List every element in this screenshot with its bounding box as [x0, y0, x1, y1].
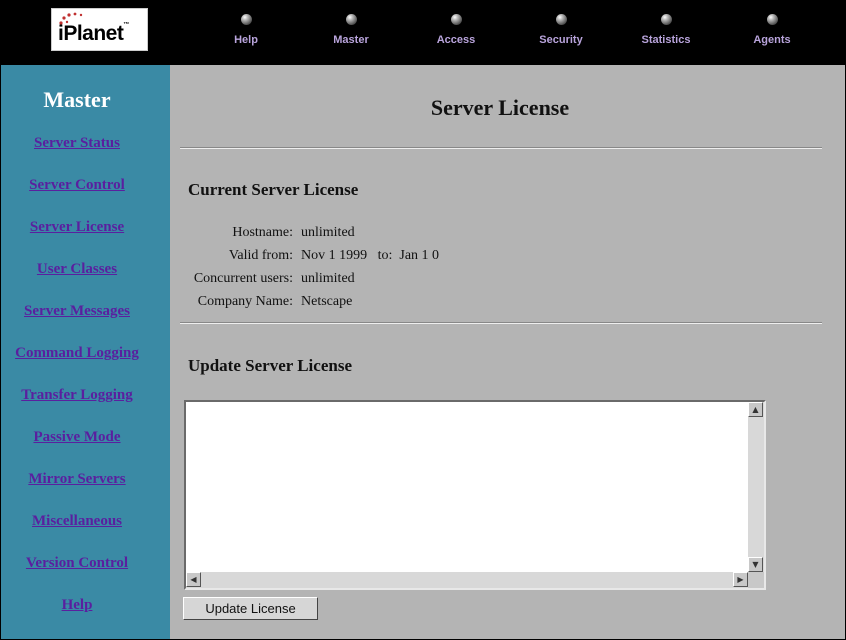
scroll-left-icon[interactable]: ◀ — [186, 572, 201, 587]
nav-bullet-icon — [766, 14, 778, 25]
sidebar-item-user-classes[interactable]: User Classes — [1, 261, 153, 278]
sidebar: Master Server Status Server Control Serv… — [1, 65, 170, 639]
current-license-heading: Current Server License — [188, 180, 359, 199]
sidebar-item-transfer-logging[interactable]: Transfer Logging — [1, 387, 153, 404]
sidebar-item-server-status[interactable]: Server Status — [1, 135, 153, 152]
nav-security[interactable]: Security — [521, 14, 601, 54]
divider — [180, 147, 822, 149]
hostname-label: Hostname: — [232, 225, 293, 240]
nav-label: Access — [436, 34, 476, 46]
nav-label: Help — [234, 34, 258, 46]
sidebar-item-server-control[interactable]: Server Control — [1, 177, 153, 194]
valid-from-label: Valid from: — [228, 248, 293, 263]
nav-master[interactable]: Master — [311, 14, 391, 54]
license-textarea[interactable]: ▲ ▼ ◀ ▶ — [184, 400, 766, 590]
nav-agents[interactable]: Agents — [732, 14, 812, 54]
sidebar-item-help[interactable]: Help — [1, 597, 153, 614]
update-license-button[interactable]: Update License — [183, 597, 318, 620]
hostname-value: unlimited — [301, 225, 355, 240]
company-name-label: Company Name: — [197, 294, 293, 309]
sidebar-item-miscellaneous[interactable]: Miscellaneous — [1, 513, 153, 530]
main-content: Server License Current Server License Ho… — [170, 65, 845, 639]
sidebar-item-server-messages[interactable]: Server Messages — [1, 303, 153, 320]
nav-label: Security — [539, 34, 583, 46]
nav-bullet-icon — [660, 14, 672, 25]
top-nav-bar: iPlanet™ Help Master Access Security Sta… — [0, 0, 846, 64]
vertical-scrollbar[interactable]: ▲ ▼ — [748, 402, 764, 572]
update-license-heading: Update Server License — [188, 356, 352, 375]
scroll-right-icon[interactable]: ▶ — [733, 572, 748, 587]
company-name-value: Netscape — [301, 294, 353, 309]
nav-bullet-icon — [555, 14, 567, 25]
iplanet-logo[interactable]: iPlanet™ — [51, 8, 148, 51]
nav-access[interactable]: Access — [416, 14, 496, 54]
sidebar-item-server-license[interactable]: Server License — [1, 219, 153, 236]
nav-label: Master — [333, 34, 369, 46]
sidebar-item-mirror-servers[interactable]: Mirror Servers — [1, 471, 153, 488]
page-title: Server License — [430, 95, 570, 120]
nav-bullet-icon — [240, 14, 252, 25]
nav-statistics[interactable]: Statistics — [626, 14, 706, 54]
sidebar-item-version-control[interactable]: Version Control — [1, 555, 153, 572]
scroll-down-icon[interactable]: ▼ — [748, 557, 763, 572]
nav-label: Statistics — [641, 34, 691, 46]
sidebar-title: Master — [43, 87, 111, 112]
valid-from-value: Nov 1 1999 to: Jan 1 0 — [301, 248, 440, 263]
nav-label: Agents — [753, 34, 791, 46]
sidebar-item-passive-mode[interactable]: Passive Mode — [1, 429, 153, 446]
nav-bullet-icon — [345, 14, 357, 25]
concurrent-users-value: unlimited — [301, 271, 355, 286]
concurrent-users-label: Concurrent users: — [193, 271, 293, 286]
horizontal-scrollbar[interactable]: ◀ ▶ — [186, 572, 748, 588]
nav-bullet-icon — [450, 14, 462, 25]
scroll-up-icon[interactable]: ▲ — [748, 402, 763, 417]
sidebar-item-command-logging[interactable]: Command Logging — [1, 345, 153, 362]
divider — [180, 322, 822, 324]
scrollbar-corner — [748, 572, 764, 588]
logo-text: iPlanet™ — [58, 22, 129, 45]
nav-help[interactable]: Help — [206, 14, 286, 54]
